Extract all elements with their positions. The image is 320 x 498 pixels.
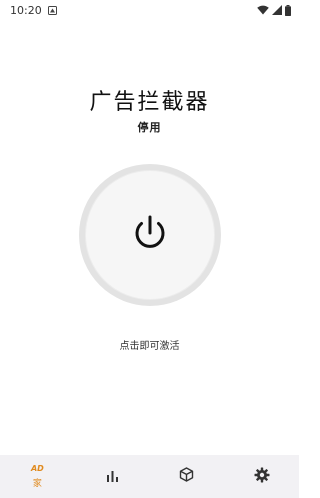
wifi-icon <box>257 5 269 15</box>
gear-icon <box>254 467 270 487</box>
signal-icon <box>272 5 282 15</box>
nav-label-home: 家 <box>32 479 42 489</box>
battery-icon <box>285 4 291 16</box>
nav-item-package[interactable] <box>150 455 225 498</box>
nav-item-stats[interactable] <box>75 455 150 498</box>
status-time: 10:20 <box>10 3 42 17</box>
nav-item-home[interactable]: AD 家 <box>0 455 75 498</box>
app-screen: 10:20 广告拦截器 停用 点击即可激活 AD 家 <box>0 0 299 498</box>
blocker-status: 停用 <box>137 121 162 134</box>
stats-icon <box>106 467 119 486</box>
status-bar: 10:20 <box>0 0 299 20</box>
status-right <box>257 4 291 16</box>
power-button[interactable] <box>85 170 215 300</box>
nav-item-settings[interactable] <box>224 455 299 498</box>
power-button-ring <box>79 164 221 306</box>
ad-icon: AD <box>30 464 44 473</box>
package-icon <box>179 467 194 486</box>
power-icon <box>132 214 168 256</box>
page-title: 广告拦截器 <box>89 90 210 115</box>
status-left: 10:20 <box>10 4 57 17</box>
bottom-nav: AD 家 <box>0 455 299 498</box>
notification-icon <box>47 5 57 15</box>
activate-hint: 点击即可激活 <box>119 341 180 352</box>
